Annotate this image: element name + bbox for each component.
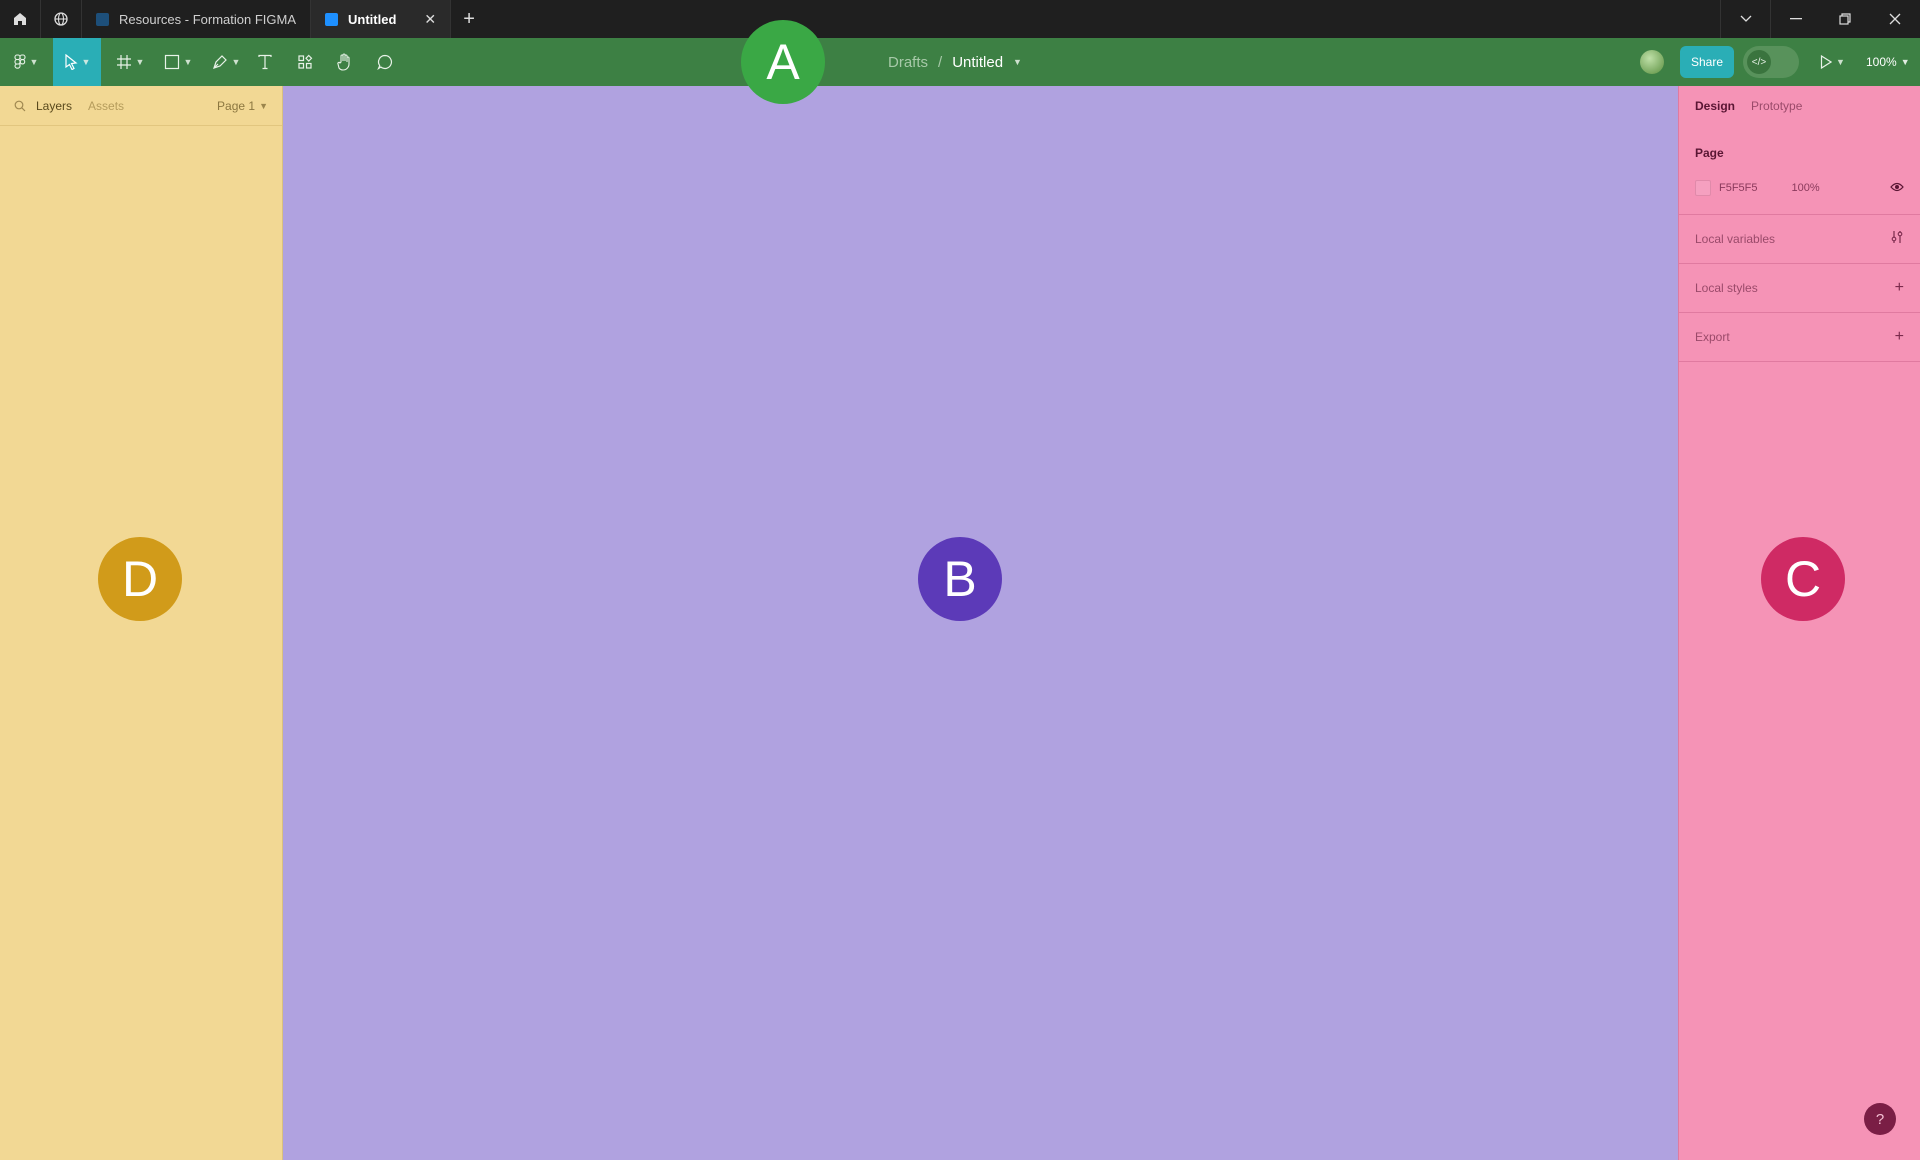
export-label: Export — [1695, 330, 1730, 344]
components-icon — [298, 54, 313, 69]
minimize-icon[interactable] — [1770, 0, 1820, 38]
tabs-dropdown-icon[interactable] — [1720, 0, 1770, 38]
chevron-down-icon[interactable]: ▼ — [1013, 57, 1022, 67]
file-title[interactable]: Untitled — [952, 54, 1003, 71]
main-menu-button[interactable]: ▼ — [8, 38, 44, 86]
page-opacity-value[interactable]: 100% — [1792, 182, 1820, 194]
present-button[interactable]: ▼ — [1820, 38, 1845, 86]
chevron-down-icon: ▼ — [259, 100, 268, 111]
tab-layers[interactable]: Layers — [36, 99, 72, 113]
tab-untitled[interactable]: Untitled ✕ — [311, 0, 452, 38]
local-variables-label: Local variables — [1695, 232, 1776, 246]
local-styles-row[interactable]: Local styles + — [1679, 264, 1920, 313]
chevron-down-icon: ▼ — [183, 57, 193, 67]
zoom-level: 100% — [1866, 55, 1897, 69]
hand-icon — [337, 53, 350, 71]
home-icon[interactable] — [0, 0, 41, 38]
pen-tool-button[interactable]: ▼ — [208, 38, 244, 86]
chevron-down-icon: ▼ — [135, 57, 145, 67]
tab-prototype[interactable]: Prototype — [1751, 99, 1802, 113]
sliders-icon[interactable] — [1890, 230, 1904, 249]
layers-panel-header: Layers Assets Page 1 ▼ — [0, 86, 282, 126]
figma-toolbar: ▼ ▼ ▼ ▼ ▼ Drafts / Untitled ▼ Share </> … — [0, 38, 1920, 86]
export-row[interactable]: Export + — [1679, 313, 1920, 362]
globe-icon[interactable] — [41, 0, 82, 38]
resources-tool-button[interactable] — [292, 38, 318, 86]
plus-icon[interactable]: + — [1895, 279, 1904, 297]
local-variables-row[interactable]: Local variables — [1679, 215, 1920, 264]
close-tab-icon[interactable]: ✕ — [424, 11, 436, 28]
frame-tool-button[interactable]: ▼ — [112, 38, 148, 86]
comment-icon — [377, 54, 393, 70]
zoom-menu[interactable]: 100% ▼ — [1866, 38, 1910, 86]
tab-assets[interactable]: Assets — [88, 99, 124, 113]
properties-tabs: Design Prototype — [1679, 86, 1920, 126]
search-icon[interactable] — [14, 100, 26, 112]
chevron-down-icon: ▼ — [1836, 57, 1845, 67]
chevron-down-icon: ▼ — [81, 57, 91, 67]
play-icon — [1820, 55, 1832, 69]
breadcrumb: Drafts / Untitled ▼ — [888, 38, 1022, 86]
page-color-value[interactable]: F5F5F5 — [1719, 182, 1758, 194]
page-selector-label: Page 1 — [217, 98, 256, 113]
text-tool-button[interactable] — [252, 38, 278, 86]
chevron-down-icon: ▼ — [1900, 57, 1910, 67]
comment-tool-button[interactable] — [372, 38, 398, 86]
cursor-icon — [64, 54, 78, 70]
help-button[interactable]: ? — [1864, 1103, 1896, 1135]
new-tab-button[interactable]: + — [451, 0, 487, 38]
text-icon — [258, 54, 272, 70]
figma-logo-icon — [13, 54, 26, 69]
page-fill-row: F5F5F5 100% — [1695, 180, 1904, 196]
tab-resources[interactable]: Resources - Formation FIGMA — [82, 0, 311, 38]
tab-label: Untitled — [348, 11, 397, 27]
figma-file-icon — [96, 12, 109, 26]
frame-icon — [116, 55, 131, 69]
tab-label: Resources - Formation FIGMA — [119, 11, 296, 27]
page-section: Page F5F5F5 100% — [1679, 126, 1920, 215]
pen-icon — [212, 55, 227, 69]
plus-icon[interactable]: + — [1895, 328, 1904, 346]
avatar[interactable] — [1640, 50, 1664, 74]
close-window-icon[interactable] — [1870, 0, 1920, 38]
hand-tool-button[interactable] — [332, 38, 358, 86]
tab-design[interactable]: Design — [1695, 99, 1735, 113]
restore-icon[interactable] — [1820, 0, 1870, 38]
layers-panel: Layers Assets Page 1 ▼ — [0, 86, 283, 1160]
eye-icon[interactable] — [1890, 182, 1904, 195]
chevron-down-icon: ▼ — [29, 57, 39, 67]
chevron-down-icon: ▼ — [231, 57, 241, 67]
properties-panel: Design Prototype Page F5F5F5 100% Local … — [1678, 86, 1920, 1160]
region-marker-a: A — [741, 20, 825, 104]
design-canvas[interactable] — [283, 86, 1678, 1160]
figma-file-icon — [325, 12, 338, 26]
code-icon: </> — [1747, 50, 1771, 74]
rectangle-icon — [164, 54, 179, 70]
move-tool-button[interactable]: ▼ — [53, 38, 101, 86]
shape-tool-button[interactable]: ▼ — [160, 38, 196, 86]
dev-mode-toggle[interactable]: </> — [1743, 46, 1799, 78]
share-button[interactable]: Share — [1680, 46, 1734, 78]
color-swatch[interactable] — [1695, 180, 1711, 196]
breadcrumb-separator: / — [938, 53, 943, 71]
page-selector[interactable]: Page 1 ▼ — [217, 99, 268, 113]
region-marker-b: B — [918, 537, 1002, 621]
local-styles-label: Local styles — [1695, 281, 1758, 295]
region-marker-c: C — [1761, 537, 1845, 621]
page-heading: Page — [1695, 146, 1724, 160]
browser-title-bar: Resources - Formation FIGMA Untitled ✕ + — [0, 0, 1920, 38]
breadcrumb-project[interactable]: Drafts — [888, 54, 928, 71]
region-marker-d: D — [98, 537, 182, 621]
